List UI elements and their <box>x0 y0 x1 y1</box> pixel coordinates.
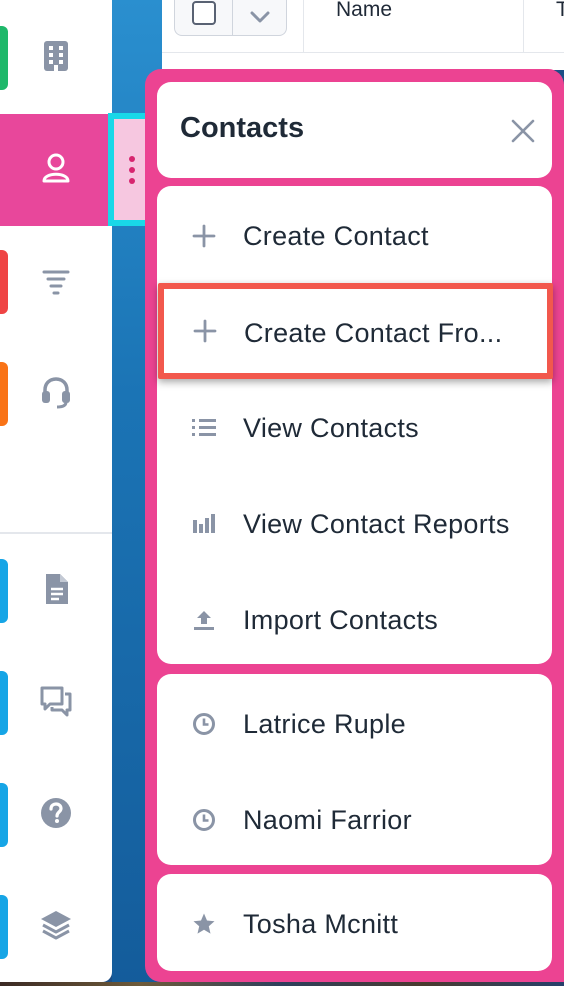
bar-chart-icon <box>191 511 217 537</box>
sidebar-item-layers[interactable] <box>0 871 112 983</box>
filter-icon <box>38 262 74 303</box>
menu-item-label: Create Contact <box>243 220 429 251</box>
sidebar <box>0 0 112 982</box>
recent-item-naomi-farrior[interactable]: Naomi Farrior <box>157 772 552 868</box>
plus-icon <box>192 318 218 344</box>
column-divider <box>523 0 524 52</box>
sidebar-accent <box>0 250 8 314</box>
menu-title: Contacts <box>180 112 305 144</box>
column-header-name[interactable]: Name <box>336 0 392 22</box>
menu-item-create-contact[interactable]: Create Contact <box>157 188 552 284</box>
chevron-down-icon[interactable] <box>233 0 286 35</box>
menu-item-label: Naomi Farrior <box>243 804 412 835</box>
help-icon <box>38 795 74 836</box>
sidebar-accent <box>0 26 8 90</box>
headset-icon <box>38 374 74 415</box>
sidebar-item-documents[interactable] <box>0 535 112 647</box>
layers-icon <box>38 907 74 948</box>
sidebar-accent <box>0 362 8 426</box>
header-divider <box>162 52 564 53</box>
favorite-item-tosha-mcnitt[interactable]: Tosha Mcnitt <box>157 876 552 972</box>
sidebar-item-help[interactable] <box>0 759 112 871</box>
menu-item-view-contacts[interactable]: View Contacts <box>157 380 552 476</box>
sidebar-item-cases[interactable] <box>0 338 112 450</box>
sidebar-item-forums[interactable] <box>0 647 112 759</box>
column-header-second[interactable]: T <box>556 0 564 22</box>
sidebar-divider <box>0 532 112 534</box>
desktop-background <box>0 982 564 986</box>
recently-viewed-section: Latrice Ruple Naomi Farrior <box>157 674 552 865</box>
menu-actions: Create Contact View Contacts View Contac… <box>157 186 552 664</box>
menu-header: Contacts <box>157 82 552 178</box>
menu-item-create-contact-from[interactable]: Create Contact Fro... <box>158 283 553 379</box>
contacts-module-menu: Contacts Create Contact View Contacts Vi… <box>145 69 564 982</box>
clock-icon <box>191 807 217 833</box>
building-icon <box>38 38 74 79</box>
menu-item-view-contact-reports[interactable]: View Contact Reports <box>157 476 552 572</box>
star-icon <box>191 911 217 937</box>
menu-item-label: View Contacts <box>243 412 419 443</box>
upload-icon <box>191 607 217 633</box>
person-icon <box>38 150 74 191</box>
sidebar-accent <box>0 671 8 735</box>
menu-item-label: Import Contacts <box>243 604 439 635</box>
sidebar-accent <box>0 783 8 847</box>
column-divider <box>303 0 304 52</box>
plus-icon <box>191 223 217 249</box>
menu-item-label: Tosha Mcnitt <box>243 908 399 939</box>
menu-item-label: Create Contact Fro... <box>244 318 503 348</box>
sidebar-item-leads[interactable] <box>0 226 112 338</box>
menu-item-label: View Contact Reports <box>243 508 510 539</box>
recent-item-latrice-ruple[interactable]: Latrice Ruple <box>157 676 552 772</box>
close-icon[interactable] <box>506 114 540 148</box>
document-icon <box>38 571 74 612</box>
clock-icon <box>191 711 217 737</box>
menu-item-label: Latrice Ruple <box>243 708 406 739</box>
select-all-checkbox[interactable] <box>175 0 233 36</box>
chat-icon <box>38 683 74 724</box>
list-icon <box>191 415 217 441</box>
sidebar-accent <box>0 895 8 959</box>
sidebar-accent <box>0 559 8 623</box>
menu-item-import-contacts[interactable]: Import Contacts <box>157 572 552 668</box>
sidebar-item-contacts[interactable] <box>0 114 112 226</box>
select-all-control[interactable] <box>174 0 287 36</box>
favorites-section: Tosha Mcnitt <box>157 874 552 971</box>
sidebar-item-accounts[interactable] <box>0 2 112 114</box>
